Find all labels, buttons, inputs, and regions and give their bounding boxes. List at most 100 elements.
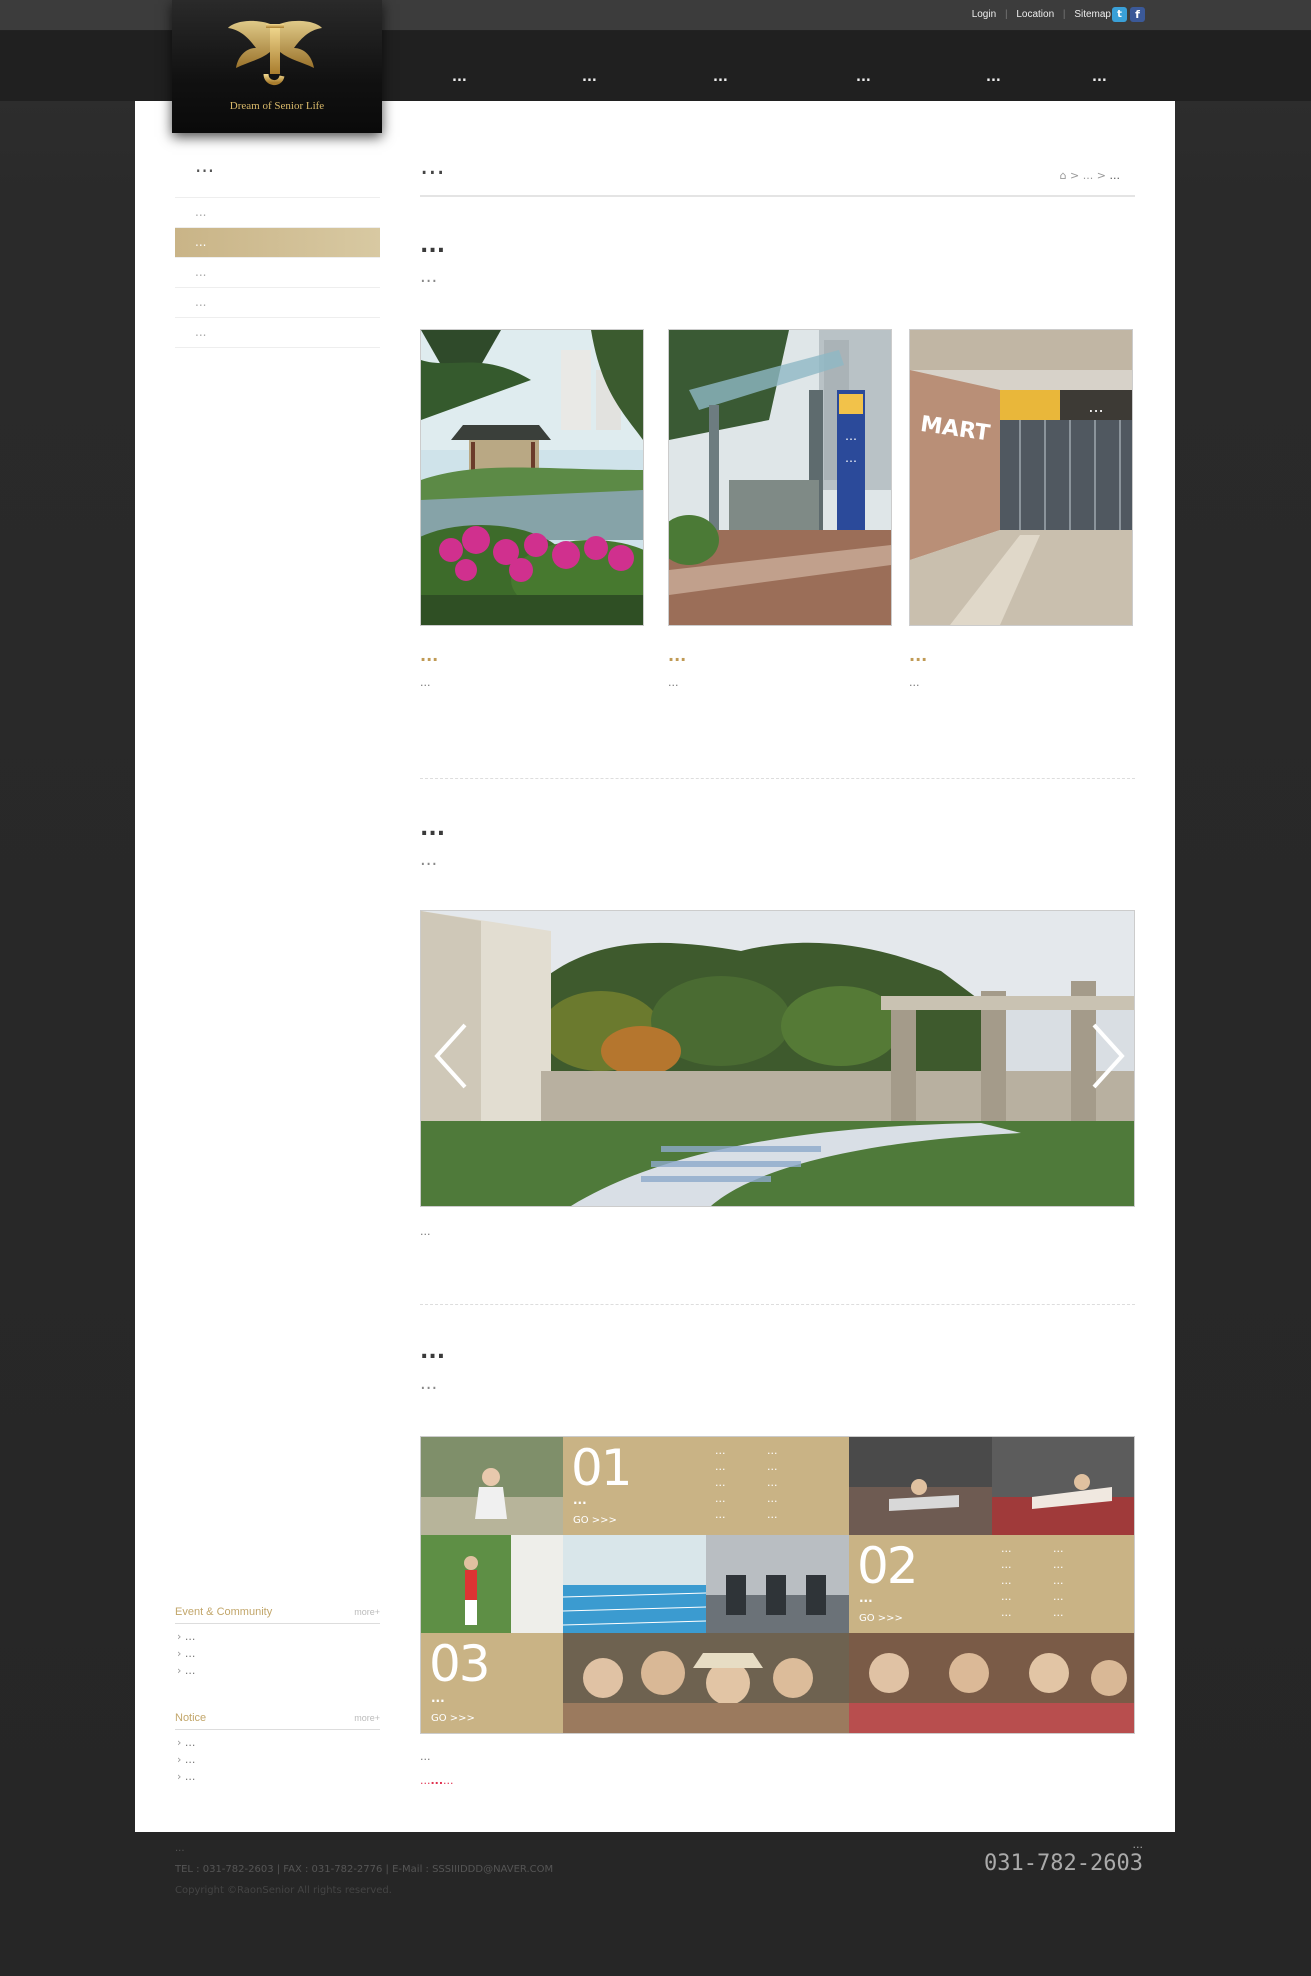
footer-contact: TEL : 031-782-2603 | FAX : 031-782-2776 … xyxy=(175,1864,554,1875)
yoga-photo xyxy=(421,1437,563,1535)
breadcrumb-current: ... xyxy=(1109,169,1121,182)
event-box: Event & Community more+ ... ... ... xyxy=(175,1601,380,1679)
facility-item: ... xyxy=(1053,1590,1064,1603)
location-link[interactable]: Location xyxy=(1016,9,1054,20)
footer-phone: ... 031-782-2603 xyxy=(984,1838,1143,1876)
notice-item[interactable]: ... xyxy=(177,1751,380,1768)
notice-more-link[interactable]: more+ xyxy=(354,1713,380,1723)
title-divider xyxy=(420,195,1135,197)
section2-heading: ... xyxy=(420,816,446,841)
program-item: ... xyxy=(767,1492,778,1505)
tile-number: 02 xyxy=(857,1537,919,1595)
section3-note: ......... xyxy=(420,1768,1135,1793)
event-item[interactable]: ... xyxy=(177,1628,380,1645)
lnb-item-pr[interactable]: ... xyxy=(175,258,380,288)
park-photo xyxy=(420,329,644,626)
golf-photo xyxy=(421,1535,563,1633)
location-card-park: ... ... xyxy=(420,329,644,695)
lnb-title: ... xyxy=(195,153,215,177)
card-title: ... xyxy=(420,646,439,665)
home-icon[interactable]: ⌂ xyxy=(1060,169,1067,182)
pool-photo xyxy=(563,1535,706,1633)
section3-subheading: ... xyxy=(420,1373,438,1394)
card-desc: ... xyxy=(668,676,679,689)
garden-photo xyxy=(421,911,1134,1206)
nav-item-gallery[interactable]: ... xyxy=(856,70,871,85)
tile-culture-program[interactable]: 01 ... GO >>> ...... ...... ...... .....… xyxy=(563,1437,849,1535)
butterfly-logo-icon xyxy=(228,20,322,85)
tile-go-link[interactable]: GO >>> xyxy=(859,1613,903,1624)
site-logo[interactable]: Dream of Senior Life xyxy=(172,0,382,133)
tile-go-link[interactable]: GO >>> xyxy=(431,1713,475,1724)
card-desc: ... xyxy=(420,676,431,689)
card-title: ... xyxy=(909,646,928,665)
note-links[interactable]: ... xyxy=(431,1774,444,1787)
tile-community-photos[interactable]: 03 ... GO >>> xyxy=(421,1633,563,1733)
notice-title: Notice xyxy=(175,1712,207,1724)
breadcrumb: ⌂ > ... > ... xyxy=(1059,169,1121,182)
nav-item-silvertown[interactable]: ... xyxy=(452,70,467,85)
login-link[interactable]: Login xyxy=(972,9,996,20)
facility-item: ... xyxy=(1001,1558,1012,1571)
gym-photo-1 xyxy=(849,1437,992,1535)
nav-item-notice[interactable]: ... xyxy=(1092,70,1107,85)
tile-title: ... xyxy=(859,1591,873,1605)
lnb-menu: ... ... ... ... ... xyxy=(175,197,380,348)
subway-photo: … … xyxy=(668,329,892,626)
nav-item-facility[interactable]: ... xyxy=(582,70,597,85)
facility-item: ... xyxy=(1053,1542,1064,1555)
sitemap-link[interactable]: Sitemap xyxy=(1074,9,1111,20)
tile-title: ... xyxy=(431,1691,445,1705)
emart-photo: MART ... xyxy=(909,329,1133,626)
nav-item-inquiry[interactable]: ... xyxy=(986,70,1001,85)
facebook-icon[interactable]: f xyxy=(1130,7,1145,22)
event-title: Event & Community xyxy=(175,1606,273,1618)
facility-item: ... xyxy=(1053,1558,1064,1571)
chevron-left-icon xyxy=(434,1023,467,1089)
lnb-item-location[interactable]: ... xyxy=(175,228,380,258)
facility-item: ... xyxy=(1001,1606,1012,1619)
notice-item[interactable]: ... xyxy=(177,1734,380,1751)
section-divider xyxy=(420,1304,1135,1305)
section2-desc: ... xyxy=(420,1225,431,1238)
facility-item: ... xyxy=(1053,1574,1064,1587)
program-item: ... xyxy=(767,1460,778,1473)
section-divider xyxy=(420,778,1135,779)
event-item[interactable]: ... xyxy=(177,1645,380,1662)
page-title: ... xyxy=(420,151,445,181)
seniors-photo-1 xyxy=(563,1633,849,1733)
location-card-shopping: MART ... ... ... xyxy=(909,329,1133,695)
svg-text:…: … xyxy=(845,451,857,465)
program-item: ... xyxy=(715,1460,726,1473)
note-prefix: ... xyxy=(420,1774,431,1787)
notice-item[interactable]: ... xyxy=(177,1768,380,1785)
gym-photo-2 xyxy=(992,1437,1134,1535)
tile-title: ... xyxy=(573,1493,587,1507)
content-page: ... ... ... ... ... ... Event & Communit… xyxy=(135,101,1175,1832)
lnb-item-recruit[interactable]: ... xyxy=(175,288,380,318)
program-item: ... xyxy=(715,1476,726,1489)
location-card-transport: … … ... ... xyxy=(668,329,892,695)
slider-prev-arrow[interactable] xyxy=(431,1021,471,1091)
program-item: ... xyxy=(715,1492,726,1505)
program-item: ... xyxy=(767,1444,778,1457)
lnb-item-brand[interactable]: ... xyxy=(175,198,380,228)
seniors-photo-2 xyxy=(849,1633,1134,1733)
section1-subheading: ... xyxy=(420,266,438,287)
twitter-icon[interactable]: t xyxy=(1112,7,1127,22)
nav-item-welfare[interactable]: ... xyxy=(713,70,728,85)
event-more-link[interactable]: more+ xyxy=(354,1607,380,1617)
facility-grid: 01 ... GO >>> ...... ...... ...... .....… xyxy=(420,1436,1135,1734)
tile-number: 03 xyxy=(429,1635,491,1693)
slider-next-arrow[interactable] xyxy=(1088,1021,1128,1091)
tile-facility-guide[interactable]: 02 ... GO >>> ...... ...... ...... .....… xyxy=(849,1535,1134,1633)
section2-subheading: ... xyxy=(420,849,438,870)
lnb-item-directions[interactable]: ... xyxy=(175,318,380,348)
event-item[interactable]: ... xyxy=(177,1662,380,1679)
utility-links: Login | Location | Sitemap xyxy=(971,9,1111,20)
tile-go-link[interactable]: GO >>> xyxy=(573,1515,617,1526)
footer-copyright: Copyright ©RaonSenior All rights reserve… xyxy=(175,1885,392,1896)
breadcrumb-item[interactable]: ... xyxy=(1083,169,1094,182)
facility-item: ... xyxy=(1001,1574,1012,1587)
garden-slider[interactable] xyxy=(420,910,1135,1207)
